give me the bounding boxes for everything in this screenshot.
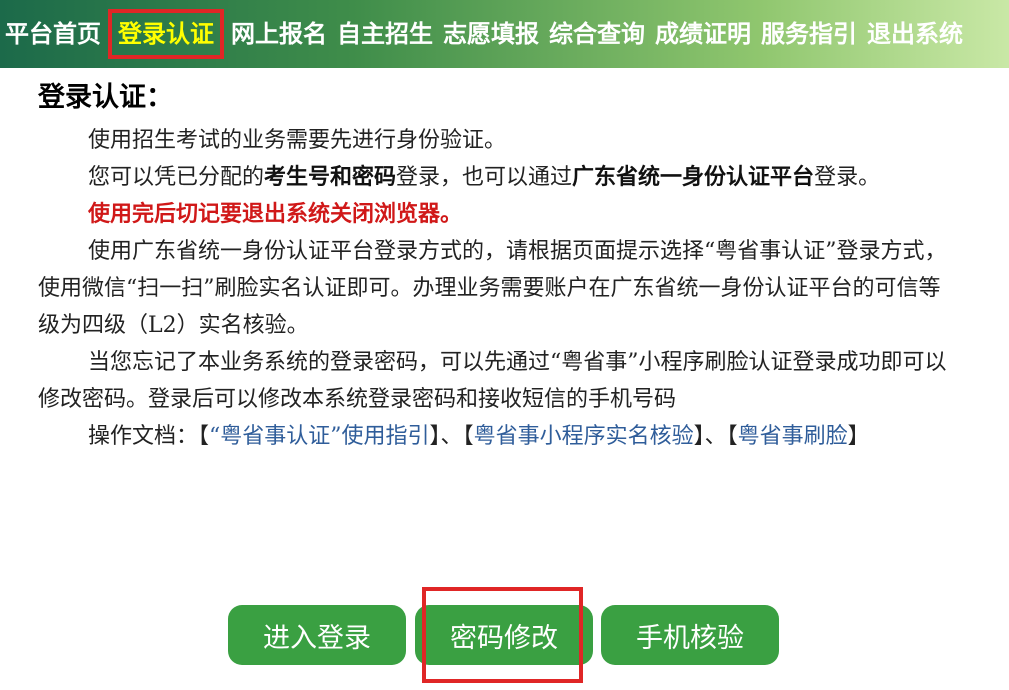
top-navigation-bar: 平台首页 登录认证 网上报名 自主招生 志愿填报 综合查询 成绩证明 服务指引 … [0,0,1009,68]
action-buttons: 进入登录 密码修改 手机核验 [0,605,1009,665]
nav-item-application-filling[interactable]: 志愿填报 [440,17,542,51]
nav-item-score-certificate[interactable]: 成绩证明 [652,17,754,51]
docs-paragraph: 操作文档：【“粤省事认证”使用指引】、【粤省事小程序实名核验】、【粤省事刷脸】 [38,418,958,455]
nav-item-comprehensive-query[interactable]: 综合查询 [546,17,648,51]
phone-verify-button[interactable]: 手机核验 [601,605,779,665]
intro-paragraph: 使用招生考试的业务需要先进行身份验证。 [88,128,507,153]
login-method-paragraph: 您可以凭已分配的考生号和密码登录，也可以通过广东省统一身份认证平台登录。 [38,159,958,196]
doc-separator: 、 [440,424,463,449]
doc-bracket: 【 [462,424,474,449]
candidate-number-password-text: 考生号和密码 [264,165,397,190]
nav-item-independent-admission[interactable]: 自主招生 [334,17,436,51]
nav-item-login-auth[interactable]: 登录认证 [108,9,224,59]
doc-bracket: 】 [429,424,441,449]
unified-identity-platform-text: 广东省统一身份认证平台 [572,165,815,190]
login-method-text-1: 您可以凭已分配的 [88,165,265,190]
doc-bracket: 【 [198,424,210,449]
docs-label: 操作文档： [88,424,199,449]
nav-item-exit-system[interactable]: 退出系统 [864,17,966,51]
unified-login-paragraph: 使用广东省统一身份认证平台登录方式的，请根据页面提示选择“粤省事认证”登录方式，… [38,239,947,338]
doc-bracket: 】 [693,424,705,449]
doc-separator: 、 [704,424,727,449]
doc-bracket: 】 [847,424,870,449]
nav-item-home[interactable]: 平台首页 [2,17,104,51]
enter-login-button[interactable]: 进入登录 [228,605,406,665]
change-password-button[interactable]: 密码修改 [415,605,593,665]
forgot-password-paragraph: 当您忘记了本业务系统的登录密码，可以先通过“粤省事”小程序刷脸认证登录成功即可以… [38,350,947,412]
doc-link-mini-program-verification[interactable]: 粤省事小程序实名核验 [474,424,694,449]
login-method-text-2: 登录，也可以通过 [396,165,573,190]
doc-link-yss-auth-guide[interactable]: “粤省事认证”使用指引 [209,424,430,449]
nav-item-service-guide[interactable]: 服务指引 [758,17,860,51]
logout-warning-text: 使用完后切记要退出系统关闭浏览器。 [88,202,463,227]
nav-item-online-registration[interactable]: 网上报名 [228,17,330,51]
doc-link-face-recognition[interactable]: 粤省事刷脸 [738,424,848,449]
page-title: 登录认证： [38,82,173,113]
doc-bracket: 【 [726,424,738,449]
warning-paragraph: 使用完后切记要退出系统关闭浏览器。 [38,196,958,233]
login-info-content: 登录认证： 使用招生考试的业务需要先进行身份验证。 您可以凭已分配的考生号和密码… [38,80,958,455]
login-method-text-3: 登录。 [814,165,881,190]
